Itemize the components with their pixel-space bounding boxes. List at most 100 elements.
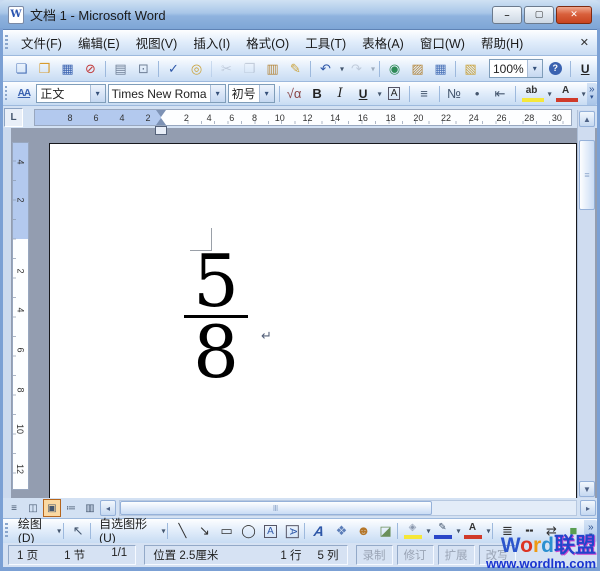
fill-color-button[interactable]: ◈: [401, 521, 431, 541]
center-button[interactable]: ≡: [413, 84, 436, 104]
document-map-button[interactable]: ▧: [459, 59, 482, 79]
styles-and-formatting-button[interactable]: AA: [12, 84, 35, 104]
undo-button[interactable]: ↶: [314, 59, 345, 79]
menu-window[interactable]: 窗口(W): [412, 29, 473, 56]
research-button[interactable]: ◎: [185, 59, 208, 79]
menu-help[interactable]: 帮助(H): [473, 29, 531, 56]
toolbar-options-button[interactable]: [587, 83, 597, 105]
new-document-button[interactable]: ❏: [10, 59, 33, 79]
outline-view-button[interactable]: ≔: [62, 499, 80, 517]
menu-format[interactable]: 格式(O): [238, 29, 297, 56]
normal-view-button[interactable]: ≡: [5, 499, 23, 517]
line-color-button[interactable]: ✎: [431, 521, 461, 541]
italic-button[interactable]: I: [329, 84, 352, 104]
paragraph-mark: ↵: [261, 328, 272, 344]
left-strip: [2, 128, 11, 498]
insert-hyperlink-button[interactable]: ◉: [383, 59, 406, 79]
font-size-combobox[interactable]: 初号: [228, 84, 275, 103]
scroll-right-icon[interactable]: ▸: [580, 500, 596, 516]
window-title: 文档 1 - Microsoft Word: [30, 5, 492, 24]
underline-button[interactable]: U: [352, 84, 383, 104]
print-layout-view-button[interactable]: ▣: [43, 499, 61, 517]
scroll-left-icon[interactable]: ◂: [100, 500, 116, 516]
menu-view[interactable]: 视图(V): [128, 29, 186, 56]
formatting-toolbar: AA 正文 Times New Roma 初号 √αBIUA≡№•⇤abA: [2, 82, 597, 106]
zoom-value: 100%: [490, 62, 527, 76]
menu-insert[interactable]: 插入(I): [185, 29, 238, 56]
maximize-button[interactable]: [524, 6, 554, 24]
draw-menu-button[interactable]: 绘图(D): [13, 521, 62, 541]
insert-table-button[interactable]: ▦: [429, 59, 452, 79]
vertical-scroll-thumb[interactable]: [579, 140, 595, 210]
vertical-scrollbar[interactable]: ▲ ▼: [577, 110, 595, 498]
left-indent-marker[interactable]: [155, 126, 167, 135]
font-combobox[interactable]: Times New Roma: [108, 84, 226, 103]
horizontal-scroll-thumb[interactable]: [120, 501, 432, 515]
column-indicator: 5 列: [317, 547, 338, 563]
watermark-url: www.wordlm.com: [486, 557, 596, 570]
menu-table[interactable]: 表格(A): [354, 29, 412, 56]
web-layout-view-button[interactable]: ◫: [24, 499, 42, 517]
equation-editor-button[interactable]: √α: [283, 84, 306, 104]
autoshapes-button[interactable]: 自选图形(U): [94, 521, 166, 541]
document-page[interactable]: 5 8 ↵: [49, 143, 577, 498]
diagram-button[interactable]: ❖: [330, 521, 352, 541]
reading-layout-view-button[interactable]: ▥: [81, 499, 99, 517]
paste-button[interactable]: ▥: [261, 59, 284, 79]
permission-button[interactable]: ⊘: [79, 59, 102, 79]
hanging-indent-marker[interactable]: [156, 113, 166, 125]
vertical-text-box-button[interactable]: A: [281, 521, 303, 541]
mode-record[interactable]: 录制: [356, 545, 393, 565]
toolbar-drag-handle[interactable]: [5, 523, 8, 539]
horizontal-scrollbar[interactable]: [119, 500, 577, 516]
vertical-ruler-ticks: [13, 142, 16, 492]
print-button[interactable]: ▤: [109, 59, 132, 79]
close-document-icon[interactable]: ✕: [580, 36, 589, 49]
rectangle-button[interactable]: ▭: [215, 521, 237, 541]
insert-picture-button[interactable]: ◪: [374, 521, 396, 541]
open-button[interactable]: ❒: [33, 59, 56, 79]
clip-art-button[interactable]: ☻: [352, 521, 374, 541]
bullets-button[interactable]: •: [466, 84, 489, 104]
toolbar-drag-handle[interactable]: [5, 35, 8, 51]
character-border-button[interactable]: A: [383, 84, 406, 104]
oval-button[interactable]: ◯: [237, 521, 259, 541]
menu-tools[interactable]: 工具(T): [297, 29, 354, 56]
toolbar-drag-handle[interactable]: [5, 86, 7, 102]
save-button[interactable]: ▦: [56, 59, 79, 79]
cut-button[interactable]: ✂: [215, 59, 238, 79]
print-preview-button[interactable]: ⊡: [132, 59, 155, 79]
wordart-button[interactable]: A: [308, 521, 330, 541]
decrease-indent-button[interactable]: ⇤: [489, 84, 512, 104]
text-box-button[interactable]: A: [259, 521, 281, 541]
menu-file[interactable]: 文件(F): [13, 29, 70, 56]
menu-edit[interactable]: 编辑(E): [70, 29, 128, 56]
zoom-combobox[interactable]: 100%: [489, 59, 543, 78]
minimize-button[interactable]: [492, 6, 522, 24]
scroll-up-icon[interactable]: ▲: [579, 111, 595, 127]
mode-track-changes[interactable]: 修订: [397, 545, 434, 565]
copy-button[interactable]: ❐: [238, 59, 261, 79]
scroll-down-icon[interactable]: ▼: [579, 481, 595, 497]
bold-button[interactable]: B: [306, 84, 329, 104]
select-objects-button[interactable]: ↖: [67, 521, 89, 541]
tab-selector[interactable]: L: [4, 108, 23, 127]
style-combobox[interactable]: 正文: [36, 84, 105, 103]
arrow-button[interactable]: ↘: [193, 521, 215, 541]
mode-extend[interactable]: 扩展: [438, 545, 475, 565]
tables-and-borders-button[interactable]: ▨: [406, 59, 429, 79]
chevron-down-icon[interactable]: [527, 60, 542, 77]
format-painter-button[interactable]: ✎: [284, 59, 307, 79]
chevron-down-icon[interactable]: [90, 85, 105, 102]
line-button[interactable]: ╲: [171, 521, 193, 541]
title-bar: W 文档 1 - Microsoft Word: [0, 0, 600, 30]
redo-button[interactable]: ↷: [345, 59, 376, 79]
highlight-button[interactable]: ab: [519, 84, 553, 104]
close-button[interactable]: [556, 6, 592, 24]
font-color-button[interactable]: A: [553, 84, 587, 104]
spelling-button[interactable]: ✓: [162, 59, 185, 79]
chevron-down-icon[interactable]: [210, 85, 225, 102]
help-button[interactable]: ?: [544, 59, 567, 79]
chevron-down-icon[interactable]: [259, 85, 274, 102]
numbering-button[interactable]: №: [443, 84, 466, 104]
